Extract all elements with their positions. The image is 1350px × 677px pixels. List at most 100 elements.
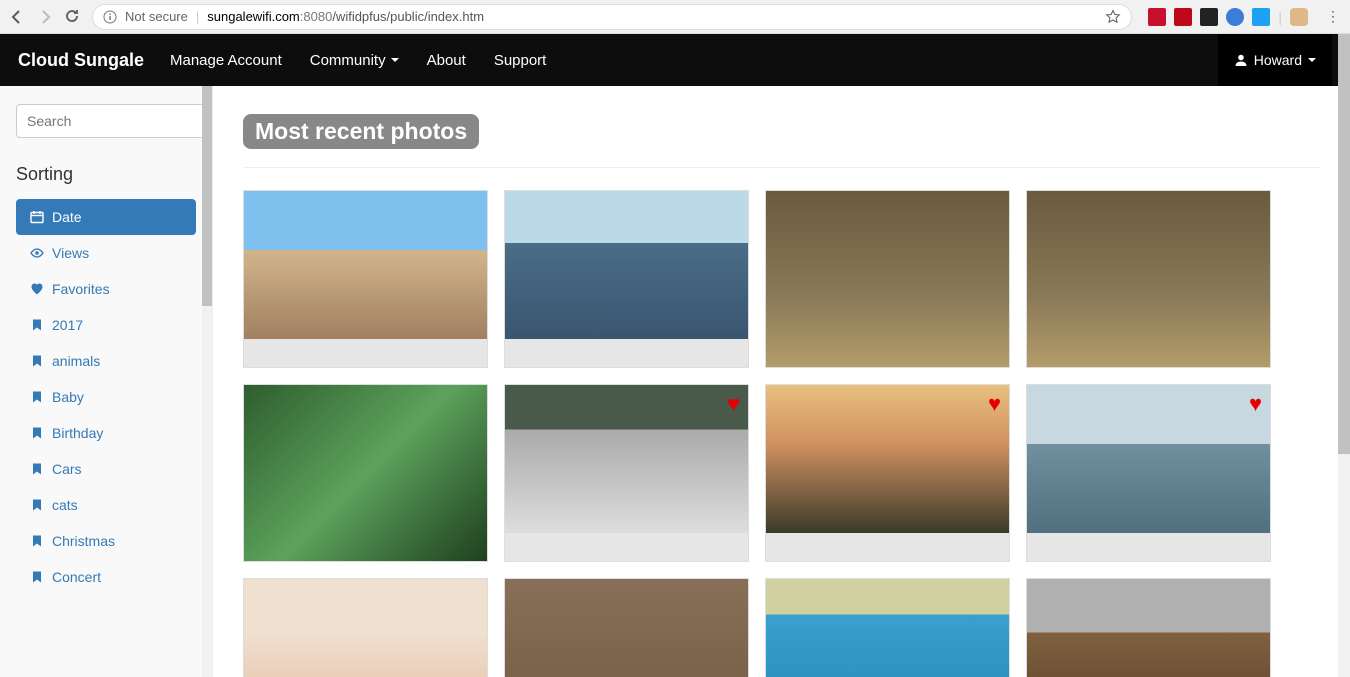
photo-thumbnail — [505, 385, 748, 533]
nav-link-label: Manage Account — [170, 52, 282, 69]
user-icon — [1234, 53, 1248, 67]
sort-item-label: 2017 — [52, 317, 83, 333]
sort-item-label: Cars — [52, 461, 82, 477]
photo-thumbnail — [1027, 191, 1270, 368]
bookmark-icon — [30, 318, 44, 332]
app-topnav: Cloud Sungale Manage Account Community Abo… — [0, 34, 1350, 86]
not-secure-label: Not secure — [125, 9, 188, 24]
chevron-down-icon — [391, 58, 399, 62]
sort-item-date[interactable]: Date — [16, 199, 196, 235]
photo-thumbnail — [244, 385, 487, 562]
user-menu[interactable]: Howard — [1218, 34, 1332, 86]
photo-thumbnail — [766, 579, 1009, 677]
sort-item-cars[interactable]: Cars — [16, 451, 196, 487]
photo-card[interactable] — [765, 190, 1010, 368]
sort-item-views[interactable]: Views — [16, 235, 196, 271]
photo-card[interactable] — [1026, 190, 1271, 368]
favorite-heart-icon: ♥ — [1249, 391, 1262, 417]
nav-link-about[interactable]: About — [427, 52, 466, 69]
url-bar[interactable]: Not secure | sungalewifi.com:8080/wifidp… — [92, 4, 1132, 30]
ext-divider: | — [1278, 9, 1282, 25]
favorite-heart-icon: ♥ — [988, 391, 1001, 417]
heart-icon — [30, 282, 44, 296]
photo-card[interactable] — [504, 190, 749, 368]
sort-item-2017[interactable]: 2017 — [16, 307, 196, 343]
nav-links: Manage Account Community About Support — [170, 52, 546, 69]
nav-link-support[interactable]: Support — [494, 52, 547, 69]
photo-card[interactable] — [765, 578, 1010, 677]
profile-ext-icon[interactable] — [1290, 8, 1308, 26]
chevron-down-icon — [1308, 58, 1316, 62]
sort-item-label: cats — [52, 497, 78, 513]
photo-card[interactable] — [504, 578, 749, 677]
nav-link-label: About — [427, 52, 466, 69]
page-title-wrap: Most recent photos — [243, 114, 1320, 168]
bookmark-icon — [30, 462, 44, 476]
flash-ext-icon[interactable] — [1148, 8, 1166, 26]
sort-item-birthday[interactable]: Birthday — [16, 415, 196, 451]
sort-item-label: Birthday — [52, 425, 103, 441]
sort-item-christmas[interactable]: Christmas — [16, 523, 196, 559]
photo-card[interactable] — [1026, 578, 1271, 677]
main-content: Most recent photos ♥ ♥ ♥ — [213, 86, 1350, 677]
sort-item-label: Favorites — [52, 281, 110, 297]
photo-card[interactable]: ♥ — [1026, 384, 1271, 562]
photo-card[interactable] — [243, 384, 488, 562]
owl-ext-icon[interactable] — [1200, 8, 1218, 26]
page-scrollbar[interactable] — [1338, 34, 1350, 677]
nav-link-label: Community — [310, 52, 386, 69]
reload-button[interactable] — [64, 8, 82, 26]
sort-item-baby[interactable]: Baby — [16, 379, 196, 415]
sort-item-concert[interactable]: Concert — [16, 559, 196, 595]
favorite-heart-icon: ♥ — [727, 391, 740, 417]
browser-toolbar: Not secure | sungalewifi.com:8080/wifidp… — [0, 0, 1350, 34]
bookmark-icon — [30, 498, 44, 512]
search-input[interactable] — [16, 104, 213, 138]
photo-grid: ♥ ♥ ♥ — [243, 190, 1320, 677]
calendar-icon — [30, 210, 44, 224]
search-row — [16, 104, 196, 138]
photo-thumbnail — [505, 191, 748, 339]
bookmark-icon — [30, 426, 44, 440]
photo-card[interactable] — [243, 190, 488, 368]
photo-card[interactable]: ♥ — [765, 384, 1010, 562]
browser-menu-button[interactable]: ⋮ — [1324, 8, 1342, 25]
bookmark-icon — [30, 390, 44, 404]
page-scrollbar-thumb[interactable] — [1338, 34, 1350, 454]
nav-link-manage-account[interactable]: Manage Account — [170, 52, 282, 69]
bookmark-icon — [30, 354, 44, 368]
sort-item-label: Concert — [52, 569, 101, 585]
back-button[interactable] — [8, 8, 26, 26]
grammarly-ext-icon[interactable] — [1226, 8, 1244, 26]
url-divider: | — [196, 9, 199, 24]
extension-icons: | — [1142, 8, 1314, 26]
url-text: sungalewifi.com:8080/wifidpfus/public/in… — [207, 9, 484, 24]
sort-item-animals[interactable]: animals — [16, 343, 196, 379]
photo-card[interactable]: ♥ — [504, 384, 749, 562]
sidebar-scrollbar[interactable] — [202, 86, 212, 677]
sort-item-label: Views — [52, 245, 89, 261]
twitter-ext-icon[interactable] — [1252, 8, 1270, 26]
sort-item-cats[interactable]: cats — [16, 487, 196, 523]
sidebar: Sorting Date Views Favorites 2017 animals Bab… — [0, 86, 213, 677]
sorting-heading: Sorting — [16, 164, 196, 185]
sort-item-label: Date — [52, 209, 82, 225]
nav-link-community[interactable]: Community — [310, 52, 399, 69]
nav-link-label: Support — [494, 52, 547, 69]
photo-thumbnail — [244, 191, 487, 339]
sort-item-label: Baby — [52, 389, 84, 405]
content-area: Sorting Date Views Favorites 2017 animals Bab… — [0, 86, 1350, 677]
sort-item-label: animals — [52, 353, 100, 369]
bookmark-icon — [30, 534, 44, 548]
user-name: Howard — [1254, 52, 1302, 68]
photo-card[interactable] — [243, 578, 488, 677]
pinterest-ext-icon[interactable] — [1174, 8, 1192, 26]
sidebar-scrollbar-thumb[interactable] — [202, 86, 212, 306]
forward-button[interactable] — [36, 8, 54, 26]
photo-thumbnail — [244, 579, 487, 677]
bookmark-star-icon[interactable] — [1105, 9, 1121, 25]
brand-logo[interactable]: Cloud Sungale — [18, 50, 144, 71]
page-title: Most recent photos — [243, 114, 479, 149]
photo-thumbnail — [766, 385, 1009, 533]
sort-item-favorites[interactable]: Favorites — [16, 271, 196, 307]
